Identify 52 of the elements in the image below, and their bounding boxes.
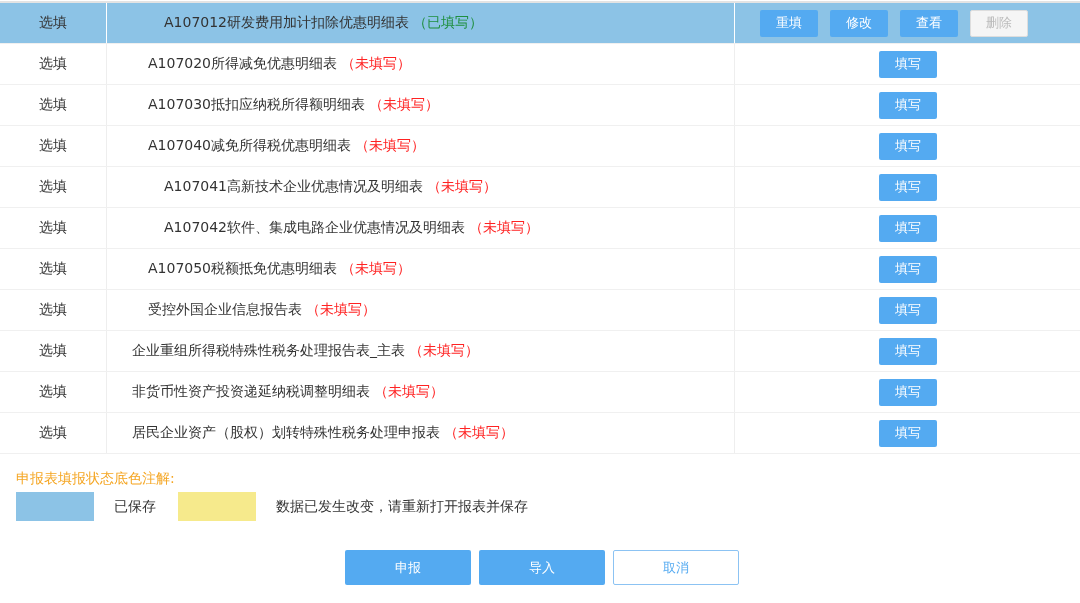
status-text: （未填写） bbox=[444, 424, 514, 442]
form-name: A107040减免所得税优惠明细表 bbox=[148, 137, 352, 155]
status-text: （未填写） bbox=[409, 342, 479, 360]
action-button[interactable]: 填写 bbox=[878, 214, 937, 242]
table-cell: 选填 bbox=[0, 85, 107, 125]
action-button[interactable]: 填写 bbox=[878, 296, 937, 324]
action-button[interactable]: 填写 bbox=[878, 378, 937, 406]
action-button[interactable]: 填写 bbox=[878, 173, 937, 201]
table-cell: 选填 bbox=[0, 208, 107, 248]
action-button[interactable]: 填写 bbox=[878, 132, 937, 160]
form-name: A107042软件、集成电路企业优惠情况及明细表 bbox=[164, 219, 466, 237]
table-cell: 选填 bbox=[0, 413, 107, 453]
action-button[interactable]: 填写 bbox=[878, 50, 937, 78]
table-cell: 选填 bbox=[0, 44, 107, 84]
form-name: 非货币性资产投资递延纳税调整明细表 bbox=[132, 383, 370, 401]
action-button[interactable]: 填写 bbox=[878, 91, 937, 119]
primary-button[interactable]: 申报 bbox=[345, 550, 471, 585]
table-cell: 选填 bbox=[0, 3, 107, 43]
action-button[interactable]: 填写 bbox=[878, 255, 937, 283]
form-name: A107030抵扣应纳税所得额明细表 bbox=[148, 96, 366, 114]
table-cell: 选填 bbox=[0, 372, 107, 412]
table-cell: 选填 bbox=[0, 126, 107, 166]
form-name: A107020所得减免优惠明细表 bbox=[148, 55, 338, 73]
status-text: （未填写） bbox=[374, 383, 444, 401]
action-button[interactable]: 修改 bbox=[830, 9, 888, 37]
form-name: A107050税额抵免优惠明细表 bbox=[148, 260, 338, 278]
table-cell: 选填 bbox=[0, 167, 107, 207]
form-name: A107012研发费用加计扣除优惠明细表 bbox=[164, 14, 410, 32]
cancel-button[interactable]: 取消 bbox=[613, 550, 739, 585]
table-cell: 选填 bbox=[0, 290, 107, 330]
form-name: 企业重组所得税特殊性税务处理报告表_主表 bbox=[132, 342, 405, 360]
table-cell: 选填 bbox=[0, 249, 107, 289]
legend-label: 数据已发生改变，请重新打开报表并保存 bbox=[276, 497, 528, 516]
action-button[interactable]: 查看 bbox=[900, 9, 958, 37]
primary-button[interactable]: 导入 bbox=[479, 550, 605, 585]
status-text: （未填写） bbox=[369, 96, 440, 114]
legend-label: 已保存 bbox=[114, 497, 156, 516]
table-cell: 选填 bbox=[0, 331, 107, 371]
action-button[interactable]: 重填 bbox=[760, 9, 818, 37]
form-name: 受控外国企业信息报告表 bbox=[148, 301, 302, 319]
form-name: A107041高新技术企业优惠情况及明细表 bbox=[164, 178, 424, 196]
action-button[interactable]: 填写 bbox=[878, 419, 937, 447]
status-text: （未填写） bbox=[469, 219, 540, 237]
status-text: （未填写） bbox=[341, 55, 412, 73]
status-text: （未填写） bbox=[355, 137, 426, 155]
legend-title: 申报表填报状态底色注解: bbox=[16, 470, 176, 488]
status-text: （未填写） bbox=[306, 301, 376, 319]
status-text: （未填写） bbox=[427, 178, 498, 196]
status-text: （已填写） bbox=[413, 14, 484, 32]
status-text: （未填写） bbox=[341, 260, 412, 278]
form-name: 居民企业资产（股权）划转特殊性税务处理申报表 bbox=[132, 424, 440, 442]
action-button[interactable]: 填写 bbox=[878, 337, 937, 365]
